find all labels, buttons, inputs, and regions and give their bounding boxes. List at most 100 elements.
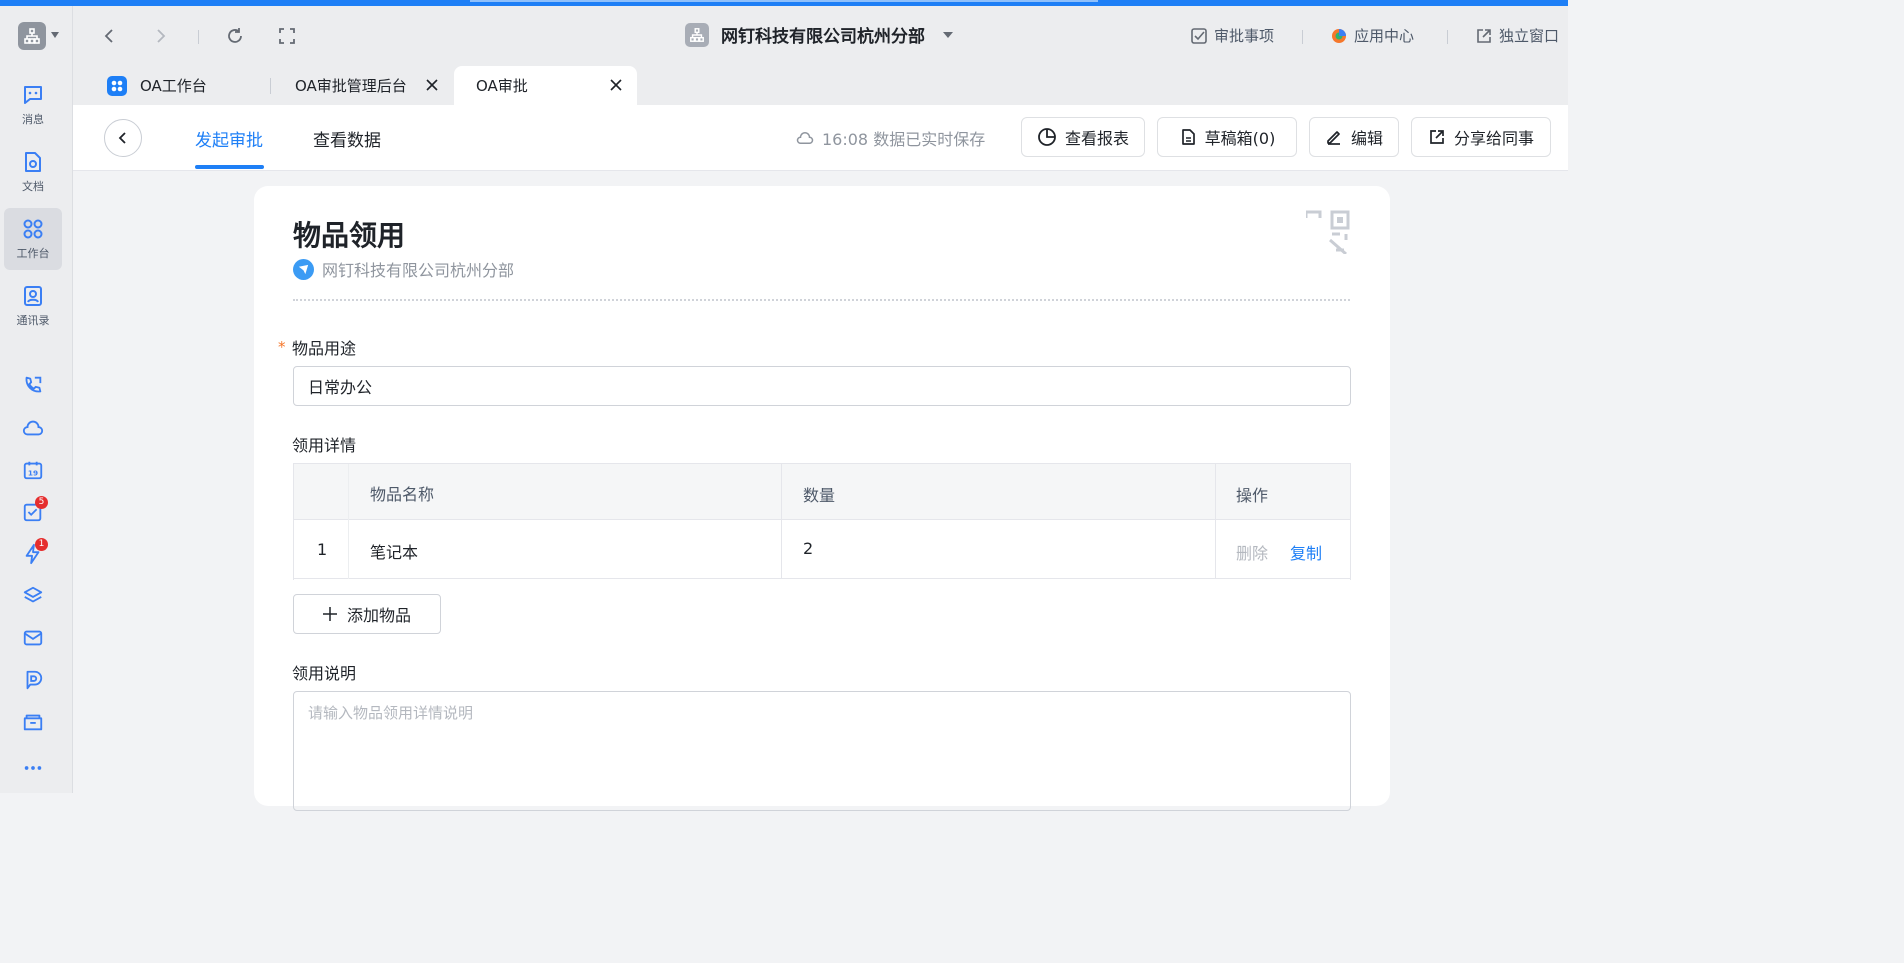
- standalone-window-label: 独立窗口: [1499, 27, 1560, 45]
- app-center-label: 应用中心: [1354, 27, 1415, 45]
- details-table: 物品名称 数量 操作 1 笔记本 2 删除 复制: [293, 463, 1351, 580]
- plus-icon: [322, 607, 337, 621]
- titlebar-divider: [1447, 30, 1448, 44]
- chevron-down-icon[interactable]: [51, 32, 59, 38]
- pencil-icon: [1327, 131, 1340, 145]
- todo-badge: 5: [35, 496, 48, 509]
- back-arrow-icon[interactable]: [100, 26, 120, 46]
- org-icon: [685, 22, 709, 47]
- view-report-label: 查看报表: [1064, 129, 1129, 148]
- drafts-label: 草稿箱(0): [1204, 129, 1276, 148]
- table-row: 1 笔记本 2 删除 复制: [294, 521, 1350, 579]
- column-divider: [781, 464, 782, 579]
- edit-label: 编辑: [1350, 129, 1383, 148]
- note-label: 领用说明: [292, 664, 357, 683]
- file-icon: [1181, 129, 1195, 145]
- note-placeholder: 请输入物品领用详情说明: [308, 704, 474, 722]
- folder-icon[interactable]: [20, 709, 46, 735]
- form-title: 物品领用: [293, 219, 406, 252]
- sidebar-item-contacts[interactable]: 通讯录: [4, 275, 62, 337]
- table-header-row: 物品名称 数量 操作: [294, 464, 1350, 520]
- titlebar: 网钉科技有限公司杭州分部 审批事项 应用中心 独立窗口: [73, 6, 1568, 64]
- checkbox-icon: [1191, 27, 1207, 44]
- mail-icon[interactable]: [20, 625, 46, 651]
- active-tab-indicator: [195, 165, 264, 169]
- tab-divider: [270, 78, 271, 94]
- nav-divider: [198, 30, 199, 44]
- calendar-day: 19: [28, 469, 38, 478]
- sidebar-item-workbench[interactable]: 工作台: [4, 208, 62, 270]
- contacts-icon: [24, 286, 42, 306]
- column-header-quantity: 数量: [803, 486, 836, 505]
- tab-label: OA审批管理后台: [295, 77, 407, 95]
- required-mark: *: [278, 338, 286, 356]
- tab-bar: OA工作台 OA审批管理后台 OA审批: [73, 64, 1568, 105]
- form-org: 网钉科技有限公司杭州分部: [293, 257, 514, 281]
- standalone-window-link[interactable]: 独立窗口: [1475, 25, 1559, 46]
- details-label: 领用详情: [292, 436, 357, 455]
- phone-icon[interactable]: [20, 372, 46, 398]
- form-card: 物品领用 网钉科技有限公司杭州分部 * 物品用途 日常办公 领用详情 物品名称 …: [254, 186, 1390, 811]
- copy-row-link[interactable]: 复制: [1290, 540, 1322, 564]
- grid-icon: [23, 219, 43, 239]
- column-divider: [1215, 464, 1216, 579]
- doc-d-icon[interactable]: [20, 667, 46, 693]
- sidebar-item-label: 工作台: [16, 247, 50, 260]
- tab-oa-approval-admin[interactable]: OA审批管理后台: [286, 66, 453, 105]
- close-icon[interactable]: [609, 78, 623, 92]
- tab-oa-workbench[interactable]: OA工作台: [107, 66, 257, 105]
- org-switch-icon[interactable]: [18, 22, 46, 50]
- edit-button[interactable]: 编辑: [1309, 117, 1399, 157]
- app-header: 发起审批 查看数据 16:08 数据已实时保存 查看报表 草稿箱(0) 编辑 分…: [73, 105, 1568, 171]
- approval-items-label: 审批事项: [1214, 27, 1275, 45]
- more-icon[interactable]: [20, 755, 46, 781]
- quantity-cell[interactable]: 2: [803, 539, 813, 558]
- purpose-input[interactable]: 日常办公: [293, 366, 1351, 406]
- org-selector[interactable]: 网钉科技有限公司杭州分部: [685, 22, 953, 47]
- drafts-button[interactable]: 草稿箱(0): [1157, 117, 1297, 157]
- view-report-button[interactable]: 查看报表: [1021, 117, 1145, 157]
- cube-icon[interactable]: [20, 583, 46, 609]
- tab-start-approval[interactable]: 发起审批: [195, 126, 263, 151]
- sidebar-item-label: 文档: [22, 180, 44, 193]
- purpose-label: 物品用途: [292, 339, 357, 358]
- calendar-icon[interactable]: 19: [20, 457, 46, 483]
- note-textarea[interactable]: 请输入物品领用详情说明: [293, 691, 1351, 811]
- refresh-icon[interactable]: [225, 26, 245, 46]
- close-icon[interactable]: [425, 78, 439, 92]
- sidebar-item-docs[interactable]: 文档: [4, 141, 62, 203]
- purpose-value: 日常办公: [308, 378, 373, 397]
- column-header-item-name: 物品名称: [370, 485, 435, 504]
- forward-arrow-icon[interactable]: [150, 26, 170, 46]
- add-item-button[interactable]: 添加物品: [293, 594, 441, 634]
- tab-view-data[interactable]: 查看数据: [313, 126, 381, 151]
- tab-label: OA审批: [476, 77, 528, 95]
- approval-items-link[interactable]: 审批事项: [1190, 25, 1274, 46]
- pie-chart-icon: [1038, 128, 1056, 146]
- lightning-icon[interactable]: 1: [20, 538, 48, 567]
- left-rail: 消息 文档 工作台 通讯录 19 5 1: [0, 6, 73, 793]
- tab-oa-approval[interactable]: OA审批: [454, 66, 637, 105]
- row-index: 1: [317, 540, 328, 559]
- cloud-icon[interactable]: [20, 415, 46, 441]
- window-top-highlight: [470, 0, 1098, 2]
- org-logo-icon: [293, 258, 314, 280]
- qr-code-icon[interactable]: [1306, 210, 1350, 254]
- form-org-name: 网钉科技有限公司杭州分部: [322, 261, 515, 280]
- chevron-left-icon: [118, 132, 126, 144]
- share-button[interactable]: 分享给同事: [1411, 117, 1551, 157]
- item-name-cell[interactable]: 笔记本: [370, 539, 418, 563]
- sidebar-item-messages[interactable]: 消息: [4, 74, 62, 136]
- app-center-link[interactable]: 应用中心: [1330, 25, 1414, 46]
- share-label: 分享给同事: [1453, 129, 1534, 148]
- back-button[interactable]: [104, 119, 142, 157]
- tab-label: OA工作台: [140, 77, 207, 95]
- sidebar-item-label: 通讯录: [16, 314, 50, 327]
- column-divider: [348, 464, 349, 579]
- chevron-down-icon: [943, 31, 953, 38]
- document-icon: [25, 152, 41, 172]
- delete-row-link[interactable]: 删除: [1236, 540, 1268, 564]
- save-status-text: 16:08 数据已实时保存: [822, 130, 986, 149]
- fullscreen-icon[interactable]: [277, 26, 297, 46]
- todo-icon[interactable]: 5: [20, 496, 48, 525]
